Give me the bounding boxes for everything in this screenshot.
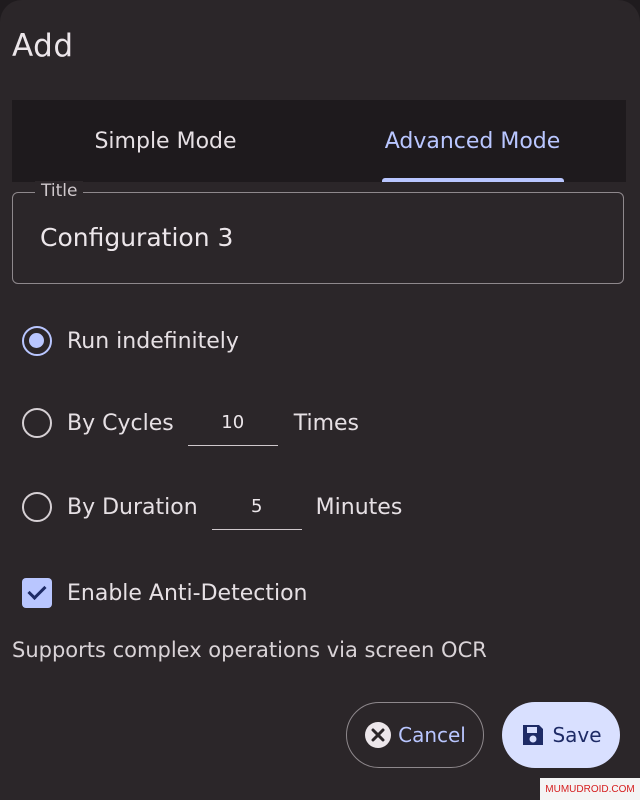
anti-detection-label: Enable Anti-Detection: [67, 580, 308, 606]
by-duration-radio[interactable]: [22, 492, 52, 522]
active-tab-indicator: [381, 178, 564, 182]
save-icon: [520, 722, 546, 748]
tab-simple-mode[interactable]: Simple Mode: [12, 100, 319, 182]
cancel-label: Cancel: [398, 723, 466, 747]
option-run-indefinitely[interactable]: Run indefinitely: [22, 326, 239, 356]
tab-advanced-mode[interactable]: Advanced Mode: [319, 100, 626, 182]
mode-tabs: Simple Mode Advanced Mode: [12, 100, 626, 182]
dialog-title: Add: [12, 28, 74, 64]
tab-label: Advanced Mode: [384, 128, 561, 154]
cycles-unit: Times: [293, 410, 360, 436]
tab-label: Simple Mode: [94, 128, 237, 154]
run-indefinitely-radio[interactable]: [22, 326, 52, 356]
save-label: Save: [552, 723, 602, 747]
title-input[interactable]: Configuration 3: [40, 223, 600, 252]
option-by-cycles[interactable]: By Cycles 10 Times: [22, 400, 359, 446]
run-indefinitely-label: Run indefinitely: [67, 328, 239, 354]
title-field[interactable]: Title Configuration 3: [12, 181, 624, 284]
add-dialog: Add Simple Mode Advanced Mode Title Conf…: [0, 0, 640, 800]
option-by-duration[interactable]: By Duration 5 Minutes: [22, 484, 402, 530]
close-circle-icon: [364, 721, 392, 749]
duration-input[interactable]: 5: [211, 496, 302, 530]
duration-unit: Minutes: [315, 494, 403, 520]
save-button[interactable]: Save: [502, 702, 620, 768]
anti-detection-checkbox[interactable]: [22, 578, 52, 608]
anti-detection-option[interactable]: Enable Anti-Detection: [22, 578, 307, 608]
by-cycles-radio[interactable]: [22, 408, 52, 438]
cycles-input[interactable]: 10: [187, 412, 278, 446]
by-cycles-label: By Cycles: [67, 410, 174, 436]
by-duration-label: By Duration: [67, 494, 198, 520]
title-field-label: Title: [35, 181, 84, 201]
watermark: MUMUDROID.COM: [540, 778, 640, 800]
cancel-button[interactable]: Cancel: [346, 702, 484, 768]
ocr-note: Supports complex operations via screen O…: [12, 638, 487, 662]
